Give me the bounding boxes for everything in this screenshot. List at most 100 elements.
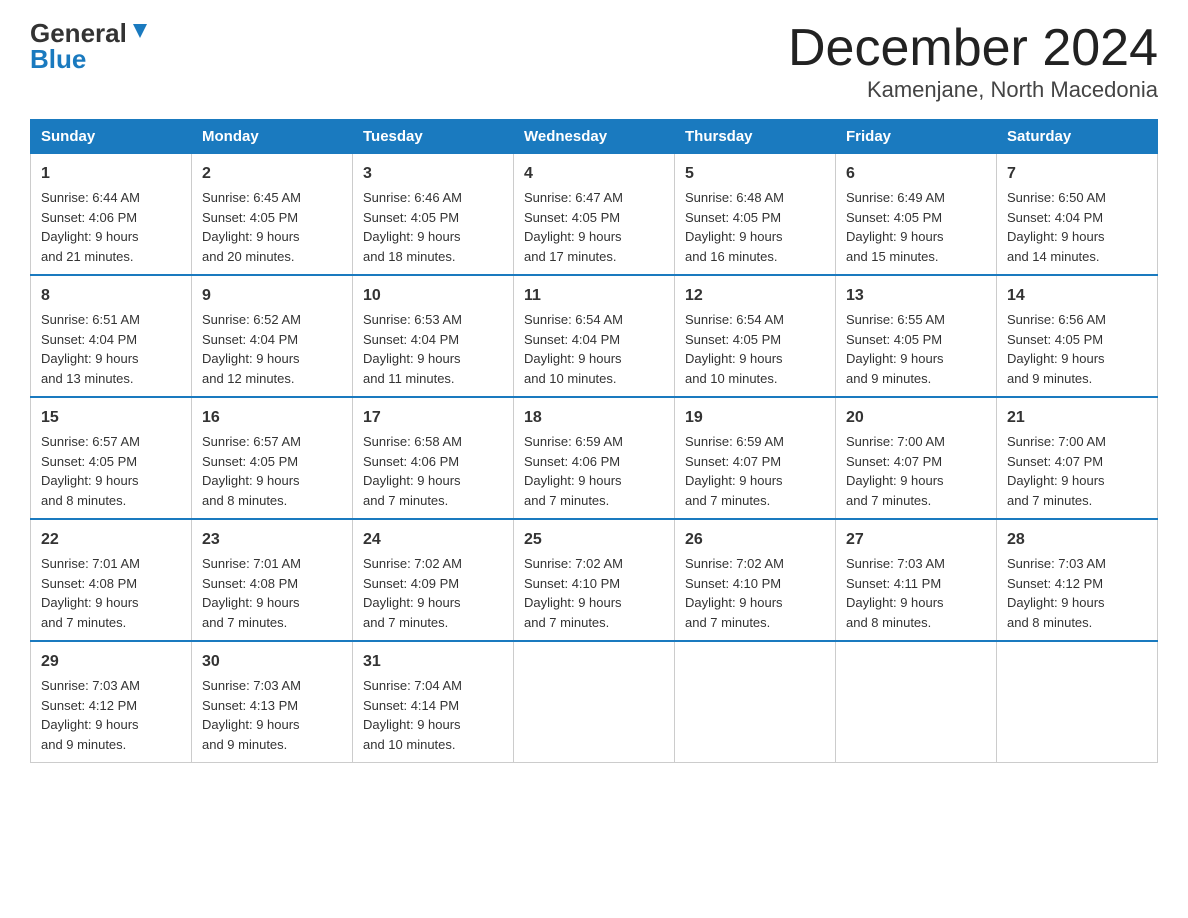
page-title: December 2024: [788, 20, 1158, 77]
logo-triangle-icon: [129, 20, 151, 42]
sunset-label: Sunset: 4:05 PM: [363, 210, 459, 225]
sunset-label: Sunset: 4:11 PM: [846, 576, 941, 591]
calendar-week-row: 15 Sunrise: 6:57 AM Sunset: 4:05 PM Dayligh…: [31, 397, 1158, 519]
sunrise-label: Sunrise: 7:00 AM: [1007, 434, 1106, 449]
daylight-minutes: and 9 minutes.: [1007, 371, 1092, 386]
sunrise-label: Sunrise: 7:03 AM: [202, 678, 301, 693]
calendar-cell: 20Sunrise: 7:00 AMSunset: 4:07 PMDayligh…: [836, 397, 997, 519]
day-number: 2: [202, 162, 342, 186]
daylight-minutes: and 7 minutes.: [363, 493, 448, 508]
daylight-label: Daylight: 9 hours: [524, 595, 622, 610]
calendar-body: 1Sunrise: 6:44 AMSunset: 4:06 PMDaylight…: [31, 154, 1158, 763]
sunrise-label: Sunrise: 7:02 AM: [524, 556, 623, 571]
page-subtitle: Kamenjane, North Macedonia: [788, 77, 1158, 103]
header-thursday: Thursday: [675, 120, 836, 154]
daylight-minutes: and 7 minutes.: [524, 615, 609, 630]
daylight-label: Daylight: 9 hours: [363, 473, 461, 488]
calendar-cell: 11Sunrise: 6:54 AMSunset: 4:04 PMDayligh…: [514, 275, 675, 397]
day-number: 8: [41, 284, 181, 308]
sunset-label: Sunset: 4:05 PM: [202, 454, 298, 469]
daylight-minutes: and 8 minutes.: [202, 493, 287, 508]
daylight-minutes: and 7 minutes.: [363, 615, 448, 630]
daylight-minutes: and 20 minutes.: [202, 249, 295, 264]
day-number: 31: [363, 650, 503, 674]
daylight-minutes: and 7 minutes.: [1007, 493, 1092, 508]
logo: General Blue: [30, 20, 151, 72]
daylight-minutes: and 7 minutes.: [524, 493, 609, 508]
header-row: SundayMondayTuesdayWednesdayThursdayFrid…: [31, 120, 1158, 154]
daylight-label: Daylight: 9 hours: [363, 717, 461, 732]
sunset-label: Sunset: 4:08 PM: [202, 576, 298, 591]
sunset-label: Sunset: 4:14 PM: [363, 698, 459, 713]
sunset-label: Sunset: 4:06 PM: [524, 454, 620, 469]
sunrise-label: Sunrise: 6:52 AM: [202, 312, 301, 327]
daylight-minutes: and 8 minutes.: [1007, 615, 1092, 630]
logo-blue-text: Blue: [30, 46, 151, 72]
day-number: 9: [202, 284, 342, 308]
sunrise-label: Sunrise: 7:02 AM: [685, 556, 784, 571]
sunrise-label: Sunrise: 7:03 AM: [41, 678, 140, 693]
sunset-label: Sunset: 4:12 PM: [41, 698, 137, 713]
day-number: 15: [41, 406, 181, 430]
daylight-minutes: and 8 minutes.: [846, 615, 931, 630]
daylight-minutes: and 21 minutes.: [41, 249, 134, 264]
daylight-label: Daylight: 9 hours: [41, 473, 139, 488]
calendar-cell: 10Sunrise: 6:53 AMSunset: 4:04 PMDayligh…: [353, 275, 514, 397]
daylight-minutes: and 13 minutes.: [41, 371, 134, 386]
sunrise-label: Sunrise: 6:54 AM: [524, 312, 623, 327]
sunrise-label: Sunrise: 6:49 AM: [846, 190, 945, 205]
sunrise-label: Sunrise: 6:45 AM: [202, 190, 301, 205]
sunset-label: Sunset: 4:09 PM: [363, 576, 459, 591]
day-number: 20: [846, 406, 986, 430]
calendar-cell: 21Sunrise: 7:00 AMSunset: 4:07 PMDayligh…: [997, 397, 1158, 519]
sunset-label: Sunset: 4:05 PM: [524, 210, 620, 225]
sunset-label: Sunset: 4:06 PM: [41, 210, 137, 225]
sunrise-label: Sunrise: 7:01 AM: [41, 556, 140, 571]
sunset-label: Sunset: 4:13 PM: [202, 698, 298, 713]
daylight-minutes: and 15 minutes.: [846, 249, 939, 264]
calendar-week-row: 8Sunrise: 6:51 AMSunset: 4:04 PMDaylight…: [31, 275, 1158, 397]
calendar-cell: 1Sunrise: 6:44 AMSunset: 4:06 PMDaylight…: [31, 154, 192, 276]
header-tuesday: Tuesday: [353, 120, 514, 154]
sunset-label: Sunset: 4:10 PM: [685, 576, 781, 591]
daylight-minutes: and 8 minutes.: [41, 493, 126, 508]
daylight-minutes: and 10 minutes.: [524, 371, 617, 386]
sunset-label: Sunset: 4:05 PM: [685, 210, 781, 225]
calendar-cell: [997, 641, 1158, 763]
sunrise-label: Sunrise: 7:03 AM: [846, 556, 945, 571]
day-number: 18: [524, 406, 664, 430]
daylight-minutes: and 17 minutes.: [524, 249, 617, 264]
day-number: 29: [41, 650, 181, 674]
sunset-label: Sunset: 4:05 PM: [846, 332, 942, 347]
calendar-cell: 22Sunrise: 7:01 AMSunset: 4:08 PMDayligh…: [31, 519, 192, 641]
daylight-minutes: and 9 minutes.: [202, 737, 287, 752]
sunrise-label: Sunrise: 6:53 AM: [363, 312, 462, 327]
daylight-minutes: and 7 minutes.: [202, 615, 287, 630]
sunrise-label: Sunrise: 6:57 AM: [202, 434, 301, 449]
header-sunday: Sunday: [31, 120, 192, 154]
calendar-cell: 23Sunrise: 7:01 AMSunset: 4:08 PMDayligh…: [192, 519, 353, 641]
sunrise-label: Sunrise: 7:01 AM: [202, 556, 301, 571]
calendar-cell: 16Sunrise: 6:57 AMSunset: 4:05 PMDayligh…: [192, 397, 353, 519]
daylight-label: Daylight: 9 hours: [363, 595, 461, 610]
day-number: 10: [363, 284, 503, 308]
sunrise-label: Sunrise: 6:55 AM: [846, 312, 945, 327]
sunrise-label: Sunrise: 6:59 AM: [685, 434, 784, 449]
sunrise-label: Sunrise: 6:50 AM: [1007, 190, 1106, 205]
sunrise-label: Sunrise: 6:59 AM: [524, 434, 623, 449]
daylight-minutes: and 18 minutes.: [363, 249, 456, 264]
calendar-cell: [675, 641, 836, 763]
calendar-cell: 4Sunrise: 6:47 AMSunset: 4:05 PMDaylight…: [514, 154, 675, 276]
day-number: 19: [685, 406, 825, 430]
sunset-label: Sunset: 4:07 PM: [1007, 454, 1103, 469]
sunset-label: Sunset: 4:12 PM: [1007, 576, 1103, 591]
calendar-week-row: 22Sunrise: 7:01 AMSunset: 4:08 PMDayligh…: [31, 519, 1158, 641]
day-number: 1: [41, 162, 181, 186]
day-number: 17: [363, 406, 503, 430]
day-number: 11: [524, 284, 664, 308]
sunset-label: Sunset: 4:08 PM: [41, 576, 137, 591]
daylight-minutes: and 9 minutes.: [846, 371, 931, 386]
daylight-label: Daylight: 9 hours: [524, 351, 622, 366]
daylight-label: Daylight: 9 hours: [846, 229, 944, 244]
calendar-cell: 17Sunrise: 6:58 AMSunset: 4:06 PMDayligh…: [353, 397, 514, 519]
